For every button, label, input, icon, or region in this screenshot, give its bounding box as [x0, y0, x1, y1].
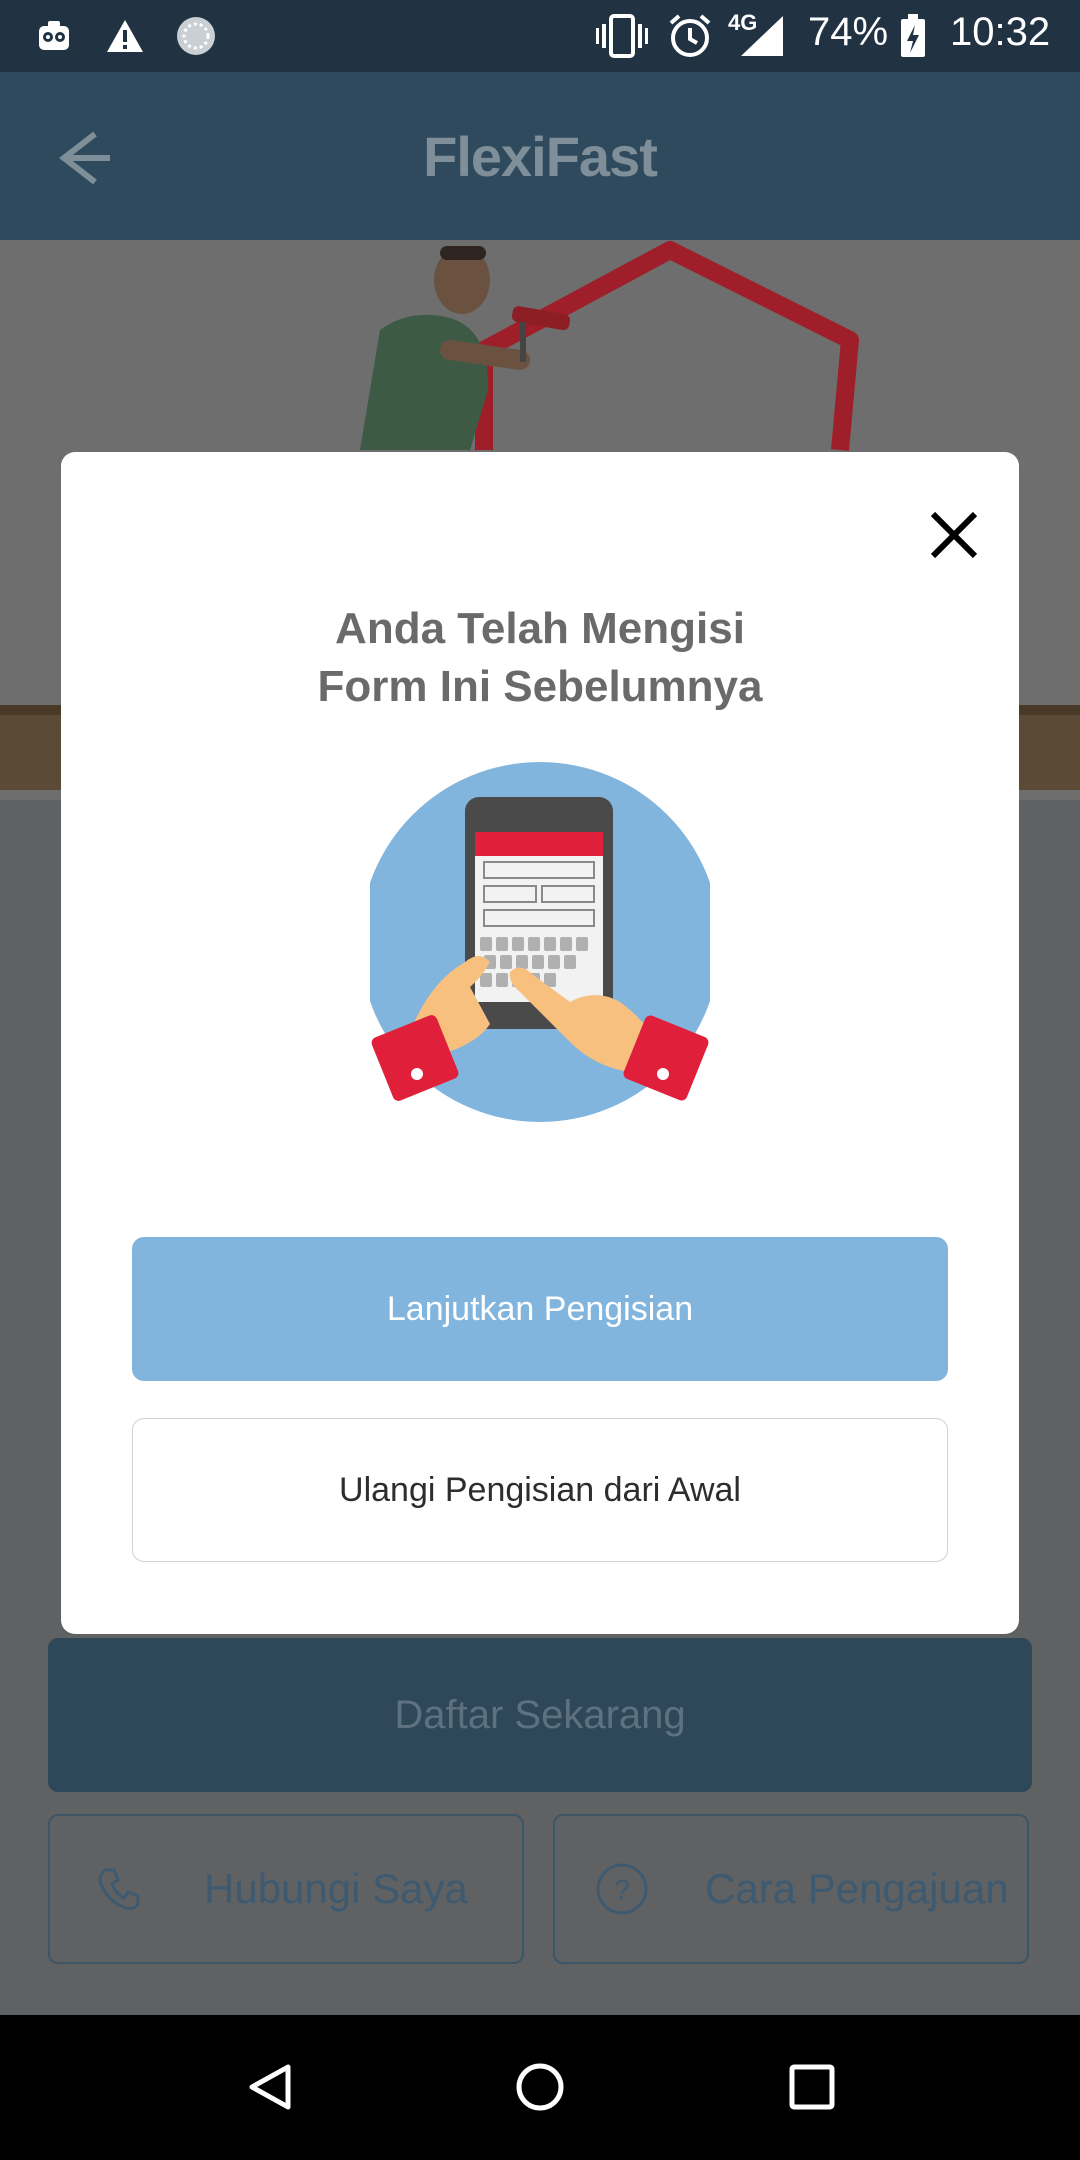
status-bar: 4G 74% 10:32 — [0, 0, 1080, 72]
vibrate-icon — [594, 14, 650, 58]
nav-recents-icon[interactable] — [786, 2061, 838, 2118]
nav-home-icon[interactable] — [514, 2061, 566, 2118]
dialog-title-line1: Anda Telah Mengisi — [335, 604, 745, 653]
svg-text:?: ? — [614, 1874, 630, 1905]
dialog-title: Anda Telah Mengisi Form Ini Sebelumnya — [61, 600, 1019, 716]
how-to-apply-button[interactable]: ? Cara Pengajuan — [553, 1814, 1029, 1964]
question-circle-icon: ? — [595, 1862, 649, 1916]
continue-filling-button[interactable]: Lanjutkan Pengisian — [132, 1237, 948, 1381]
app-bar: FlexiFast — [0, 72, 1080, 240]
how-to-apply-label: Cara Pengajuan — [705, 1865, 1009, 1912]
warning-icon — [104, 14, 146, 58]
register-now-button[interactable]: Daftar Sekarang — [48, 1638, 1032, 1792]
nav-back-icon[interactable] — [244, 2061, 296, 2118]
close-icon[interactable] — [919, 500, 989, 570]
system-nav-bar — [0, 2015, 1080, 2160]
dialog-title-line2: Form Ini Sebelumnya — [317, 662, 763, 711]
alarm-icon — [666, 14, 714, 58]
battery-charging-icon — [898, 14, 928, 58]
lens-app-icon — [36, 14, 72, 58]
restart-filling-button[interactable]: Ulangi Pengisian dari Awal — [132, 1418, 948, 1562]
contact-me-button[interactable]: Hubungi Saya — [48, 1814, 524, 1964]
phone-icon — [94, 1864, 144, 1914]
resume-form-dialog: Anda Telah Mengisi Form Ini Sebelumnya L… — [61, 452, 1019, 1634]
clock: 10:32 — [950, 10, 1051, 54]
app-title: FlexiFast — [423, 125, 658, 188]
contact-me-label: Hubungi Saya — [204, 1865, 468, 1912]
phone-form-illustration — [360, 762, 720, 1122]
signal-icon — [736, 14, 786, 58]
battery-percent: 74% — [808, 10, 889, 54]
loading-icon — [174, 14, 218, 58]
